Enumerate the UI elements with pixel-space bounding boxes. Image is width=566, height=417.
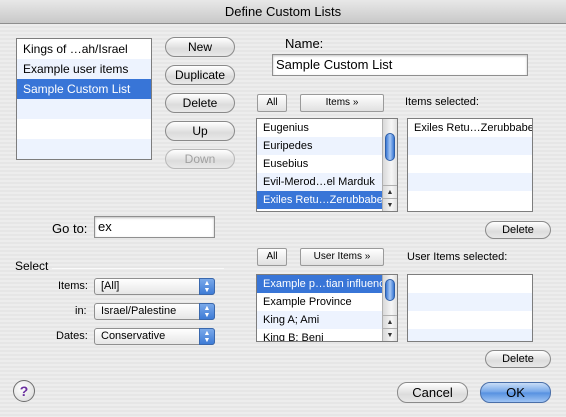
user-items-source-list[interactable]: Example p…tian influence Example Provinc… (256, 274, 398, 342)
popup-arrows-icon: ▲ ▼ (199, 303, 215, 320)
list-item-selected[interactable]: Exiles Retu…Zerubbabel (257, 191, 382, 209)
items-selected-label: Items selected: (405, 96, 479, 108)
user-items-scrollbar[interactable]: ▲ ▼ (382, 275, 397, 341)
window-title-bar: Define Custom Lists (0, 0, 566, 24)
empty-row (408, 275, 532, 293)
scroll-down-arrow-icon[interactable]: ▼ (383, 328, 397, 341)
empty-row (17, 139, 151, 159)
empty-row (408, 191, 532, 209)
dialog-body: Kings of …ah/Israel Example user items S… (0, 24, 566, 417)
duplicate-button[interactable]: Duplicate (165, 65, 235, 85)
dates-filter-value: Conservative (101, 330, 166, 342)
scroll-thumb[interactable] (385, 133, 395, 161)
empty-row (408, 329, 532, 341)
items-filter-value: [All] (101, 280, 120, 292)
name-field[interactable]: Sample Custom List (272, 54, 528, 76)
user-items-selected-label: User Items selected: (407, 251, 508, 263)
list-item[interactable]: Example Province (257, 293, 382, 311)
custom-list-item[interactable]: Kings of …ah/Israel (17, 39, 151, 59)
goto-field[interactable]: ex (94, 216, 215, 238)
in-filter-label: in: (75, 305, 87, 317)
user-items-add-button[interactable]: User Items » (300, 248, 384, 266)
user-items-all-button[interactable]: All (257, 248, 287, 266)
user-items-delete-button[interactable]: Delete (485, 350, 551, 368)
ok-button[interactable]: OK (480, 382, 551, 403)
items-add-button[interactable]: Items » (300, 94, 384, 112)
help-icon[interactable]: ? (13, 380, 35, 402)
list-item[interactable]: Euripedes (257, 137, 382, 155)
list-item[interactable]: Eugenius (257, 119, 382, 137)
scroll-up-arrow-icon[interactable]: ▲ (383, 185, 397, 198)
delete-list-button[interactable]: Delete (165, 93, 235, 113)
empty-row (408, 173, 532, 191)
user-items-selected-list[interactable] (407, 274, 533, 342)
items-selected-list[interactable]: Exiles Retu…Zerubbabel (407, 118, 533, 212)
custom-list-item-selected[interactable]: Sample Custom List (17, 79, 151, 99)
empty-row (408, 155, 532, 173)
dates-filter-label: Dates: (56, 330, 88, 342)
select-separator (52, 268, 224, 269)
scroll-down-arrow-icon[interactable]: ▼ (383, 198, 397, 211)
window-title: Define Custom Lists (224, 4, 342, 19)
down-button: Down (165, 149, 235, 169)
list-item[interactable]: King B; Beni (257, 329, 382, 341)
list-item[interactable]: Evil-Merod…el Marduk (257, 173, 382, 191)
new-button[interactable]: New (165, 37, 235, 57)
list-item[interactable]: Exiles Retu…Zerubbabel (408, 119, 532, 137)
name-label: Name: (285, 36, 324, 51)
custom-list-item[interactable]: Example user items (17, 59, 151, 79)
empty-row (408, 137, 532, 155)
empty-row (17, 99, 151, 119)
items-delete-button[interactable]: Delete (485, 221, 551, 239)
empty-row (408, 311, 532, 329)
popup-arrows-icon: ▲ ▼ (199, 278, 215, 295)
empty-row (17, 119, 151, 139)
goto-label: Go to: (52, 221, 88, 236)
empty-row (408, 293, 532, 311)
items-scrollbar[interactable]: ▲ ▼ (382, 119, 397, 211)
in-filter-popup[interactable]: Israel/Palestine ▲ ▼ (94, 303, 215, 320)
dates-filter-popup[interactable]: Conservative ▲ ▼ (94, 328, 215, 345)
scroll-up-arrow-icon[interactable]: ▲ (383, 315, 397, 328)
scroll-thumb[interactable] (385, 279, 395, 301)
items-source-list[interactable]: Eugenius Euripedes Eusebius Evil-Merod…e… (256, 118, 398, 212)
in-filter-value: Israel/Palestine (101, 305, 177, 317)
list-item-selected[interactable]: Example p…tian influence (257, 275, 382, 293)
popup-arrows-icon: ▲ ▼ (199, 328, 215, 345)
cancel-button[interactable]: Cancel (397, 382, 468, 403)
select-heading: Select (15, 259, 49, 273)
up-button[interactable]: Up (165, 121, 235, 141)
custom-lists-list[interactable]: Kings of …ah/Israel Example user items S… (16, 38, 152, 160)
list-item[interactable]: Eusebius (257, 155, 382, 173)
list-item[interactable]: King A; Ami (257, 311, 382, 329)
items-all-button[interactable]: All (257, 94, 287, 112)
items-filter-label: Items: (58, 280, 88, 292)
items-filter-popup[interactable]: [All] ▲ ▼ (94, 278, 215, 295)
